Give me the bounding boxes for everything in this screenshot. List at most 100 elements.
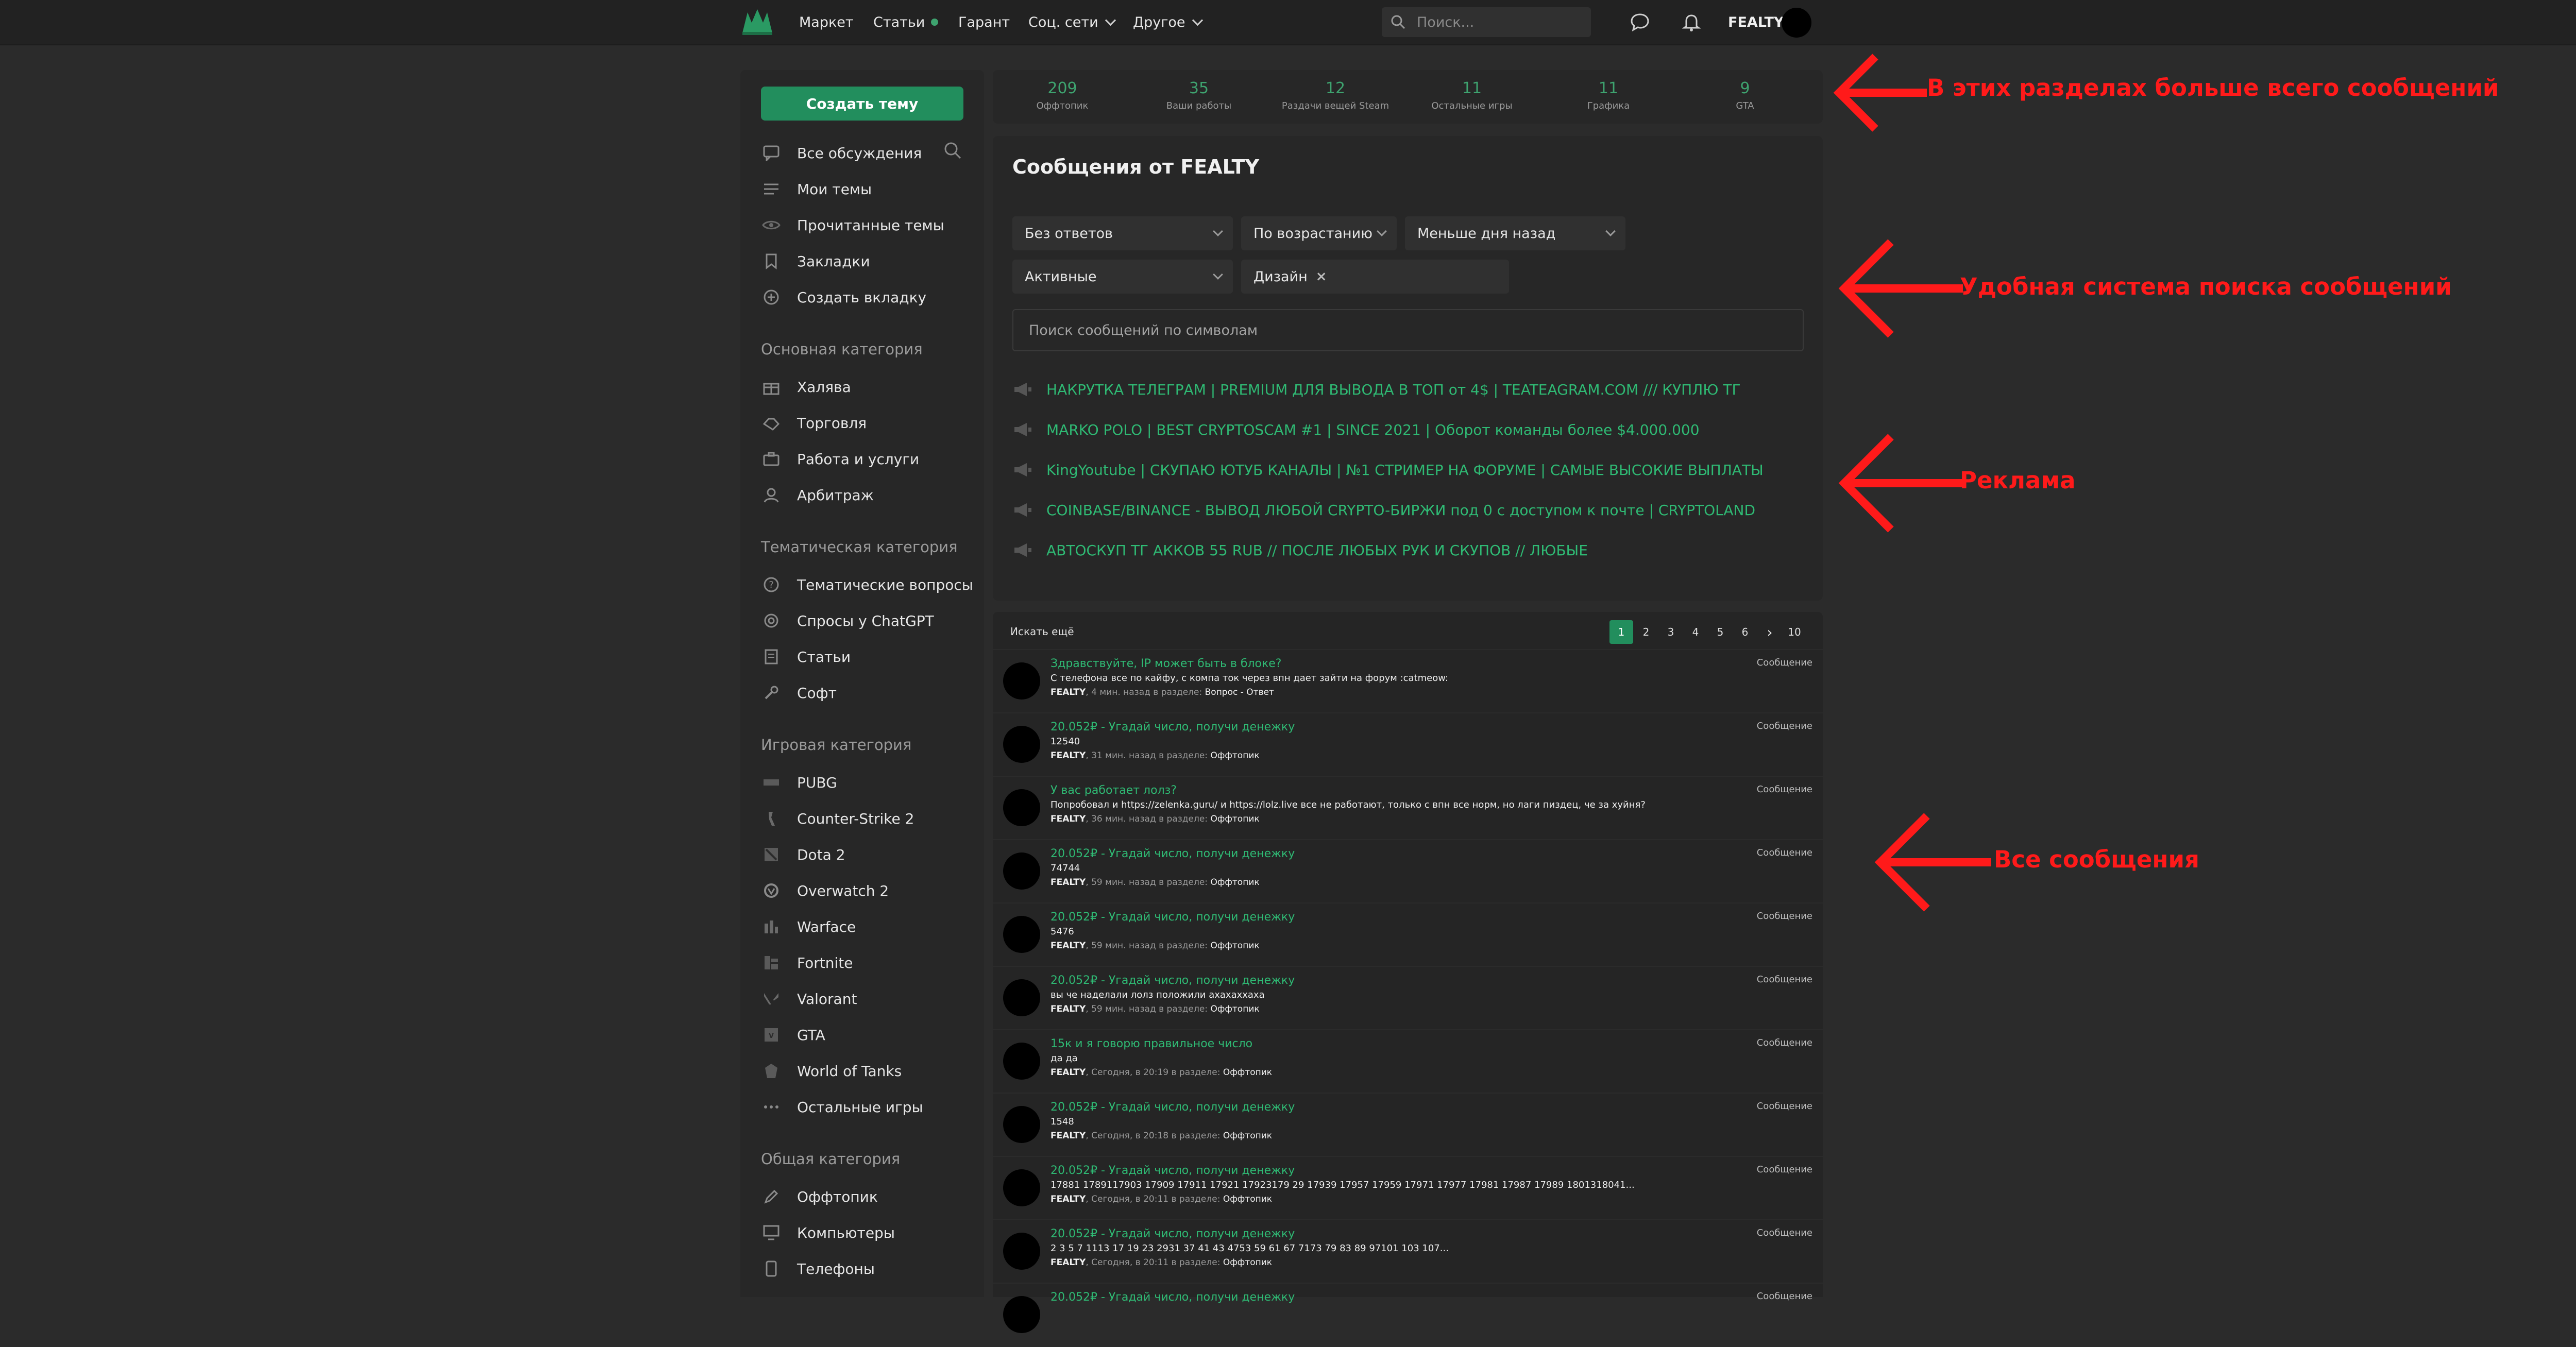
sidebar-item-computers[interactable]: Компьютеры — [761, 1220, 895, 1246]
search-input[interactable]: Поиск... — [1382, 7, 1591, 37]
message-row[interactable]: 20.052₽ - Угадай число, получи денежку 74… — [993, 839, 1823, 903]
avatar[interactable] — [1003, 726, 1040, 763]
message-author[interactable]: FEALTY — [1050, 1004, 1086, 1014]
sidebar-item-soft[interactable]: Софт — [761, 680, 837, 706]
message-author[interactable]: FEALTY — [1050, 941, 1086, 951]
sidebar-item-my-topics[interactable]: Мои темы — [761, 176, 872, 202]
page-10[interactable]: 10 — [1783, 620, 1806, 644]
sidebar-item-freebies[interactable]: Халява — [761, 374, 851, 400]
page-6[interactable]: 6 — [1733, 620, 1757, 644]
avatar[interactable] — [1782, 8, 1811, 38]
sidebar-item-fortnite[interactable]: Fortnite — [761, 950, 853, 976]
sidebar-item-other-games[interactable]: Остальные игры — [761, 1094, 923, 1120]
sidebar-item-overwatch[interactable]: Overwatch 2 — [761, 878, 889, 903]
nav-other[interactable]: Другое — [1133, 0, 1203, 44]
message-title[interactable]: 20.052₽ - Угадай число, получи денежку — [1050, 847, 1295, 860]
sidebar-item-wot[interactable]: World of Tanks — [761, 1058, 902, 1084]
message-section[interactable]: Оффтопик — [1223, 1067, 1272, 1078]
avatar[interactable] — [1003, 1106, 1040, 1143]
nav-garant[interactable]: Гарант — [958, 0, 1010, 44]
message-author[interactable]: FEALTY — [1050, 751, 1086, 761]
sidebar-item-valorant[interactable]: Valorant — [761, 986, 857, 1012]
sidebar-item-jobs[interactable]: Работа и услуги — [761, 446, 919, 472]
message-title[interactable]: Здравствуйте, IP может быть в блоке? — [1050, 657, 1282, 670]
message-title[interactable]: 20.052₽ - Угадай число, получи денежку — [1050, 1164, 1295, 1177]
sidebar-item-cs2[interactable]: Counter-Strike 2 — [761, 806, 914, 831]
message-title[interactable]: 20.052₽ - Угадай число, получи денежку — [1050, 1101, 1295, 1114]
username[interactable]: FEALTY — [1728, 0, 1784, 44]
message-section[interactable]: Оффтопик — [1223, 1194, 1272, 1204]
message-author[interactable]: FEALTY — [1050, 877, 1086, 888]
avatar[interactable] — [1003, 979, 1040, 1016]
message-title[interactable]: 20.052₽ - Угадай число, получи денежку — [1050, 1227, 1295, 1240]
sidebar-item-warface[interactable]: Warface — [761, 914, 856, 940]
sidebar-item-arbitrage[interactable]: Арбитраж — [761, 482, 874, 508]
sidebar-item-dota2[interactable]: Dota 2 — [761, 842, 845, 867]
message-row[interactable]: 20.052₽ - Угадай число, получи денежку 17… — [993, 1156, 1823, 1220]
avatar[interactable] — [1003, 1169, 1040, 1206]
message-section[interactable]: Оффтопик — [1223, 1257, 1272, 1268]
sidebar-item-read-topics[interactable]: Прочитанные темы — [761, 212, 944, 238]
sidebar-item-pubg[interactable]: PUBG — [761, 770, 837, 795]
page-2[interactable]: 2 — [1634, 620, 1658, 644]
bell-icon[interactable] — [1680, 10, 1703, 34]
sidebar-item-questions[interactable]: ? Тематические вопросы — [761, 572, 973, 598]
stat-graphics[interactable]: 11 Графика — [1544, 79, 1673, 111]
period-filter-select[interactable]: Меньше дня назад — [1405, 216, 1625, 250]
sidebar-item-chatgpt[interactable]: Спросы у ChatGPT — [761, 608, 934, 634]
message-section[interactable]: Оффтопик — [1210, 751, 1259, 761]
nav-social[interactable]: Соц. сети — [1028, 0, 1116, 44]
nav-market[interactable]: Маркет — [799, 0, 854, 44]
sidebar-item-all-discussions[interactable]: Все обсуждения — [761, 140, 922, 166]
message-row[interactable]: Здравствуйте, IP может быть в блоке? С те… — [993, 649, 1823, 713]
create-topic-button[interactable]: Создать тему — [761, 87, 963, 121]
message-title[interactable]: 20.052₽ - Угадай число, получи денежку — [1050, 911, 1295, 924]
message-row[interactable]: У вас работает лолз? Попробовал и https:/… — [993, 776, 1823, 840]
message-row[interactable]: 20.052₽ - Угадай число, получи денежку вы… — [993, 966, 1823, 1030]
message-section[interactable]: Оффтопик — [1223, 1131, 1272, 1141]
sidebar-item-articles[interactable]: Статьи — [761, 644, 851, 670]
sidebar-item-phones[interactable]: Телефоны — [761, 1256, 875, 1282]
sidebar-item-offtopic[interactable]: Оффтопик — [761, 1184, 878, 1209]
stat-steam-giveaways[interactable]: 12 Раздачи вещей Steam — [1271, 79, 1400, 111]
message-author[interactable]: FEALTY — [1050, 1257, 1086, 1268]
message-title[interactable]: 15к и я говорю правильное число — [1050, 1037, 1252, 1050]
ad-link[interactable]: АВТОСКУП ТГ АККОВ 55 RUB // ПОСЛЕ ЛЮБЫХ … — [1012, 539, 1588, 561]
stat-other-games[interactable]: 11 Остальные игры — [1408, 79, 1536, 111]
message-section[interactable]: Вопрос - Ответ — [1205, 687, 1274, 697]
message-section[interactable]: Оффтопик — [1210, 941, 1259, 951]
message-row[interactable]: 15к и я говорю правильное число да да FEAL… — [993, 1029, 1823, 1094]
next-page-arrow[interactable]: › — [1758, 620, 1782, 644]
chat-icon[interactable] — [1628, 10, 1652, 34]
message-row[interactable]: 20.052₽ - Угадай число, получи денежку Со… — [993, 1283, 1823, 1347]
tag-filter[interactable]: Дизайн × — [1241, 260, 1509, 294]
message-author[interactable]: FEALTY — [1050, 814, 1086, 824]
sidebar-item-create-tab[interactable]: Создать вкладку — [761, 284, 926, 310]
page-3[interactable]: 3 — [1659, 620, 1683, 644]
message-author[interactable]: FEALTY — [1050, 1131, 1086, 1141]
message-author[interactable]: FEALTY — [1050, 1194, 1086, 1204]
sidebar-item-trading[interactable]: Торговля — [761, 410, 867, 436]
state-filter-select[interactable]: Активные — [1012, 260, 1233, 294]
avatar[interactable] — [1003, 916, 1040, 953]
search-icon[interactable] — [942, 140, 963, 161]
ad-link[interactable]: MARKO POLO | BEST CRYPTOSCAM #1 | SINCE … — [1012, 418, 1700, 441]
message-row[interactable]: 20.052₽ - Угадай число, получи денежку 12… — [993, 712, 1823, 777]
replies-filter-select[interactable]: Без ответов — [1012, 216, 1233, 250]
stat-offtopic[interactable]: 209 Оффтопик — [998, 79, 1127, 111]
message-title[interactable]: У вас работает лолз? — [1050, 784, 1177, 797]
ad-link[interactable]: COINBASE/BINANCE - ВЫВОД ЛЮБОЙ CRYPTO-БИ… — [1012, 499, 1755, 521]
stat-your-works[interactable]: 35 Ваши работы — [1134, 79, 1263, 111]
page-1[interactable]: 1 — [1609, 620, 1633, 644]
message-section[interactable]: Оффтопик — [1210, 877, 1259, 888]
message-author[interactable]: FEALTY — [1050, 1067, 1086, 1078]
tree-logo-icon[interactable] — [740, 7, 774, 37]
ad-link[interactable]: KingYoutube | СКУПАЮ ЮТУБ КАНАЛЫ | №1 СТ… — [1012, 458, 1764, 481]
message-section[interactable]: Оффтопик — [1210, 814, 1259, 824]
avatar[interactable] — [1003, 662, 1040, 700]
avatar[interactable] — [1003, 1233, 1040, 1270]
stat-gta[interactable]: 9 GTA — [1681, 79, 1809, 111]
search-more-link[interactable]: Искать ещё — [1010, 625, 1074, 638]
sidebar-item-bookmarks[interactable]: Закладки — [761, 248, 870, 274]
avatar[interactable] — [1003, 789, 1040, 826]
